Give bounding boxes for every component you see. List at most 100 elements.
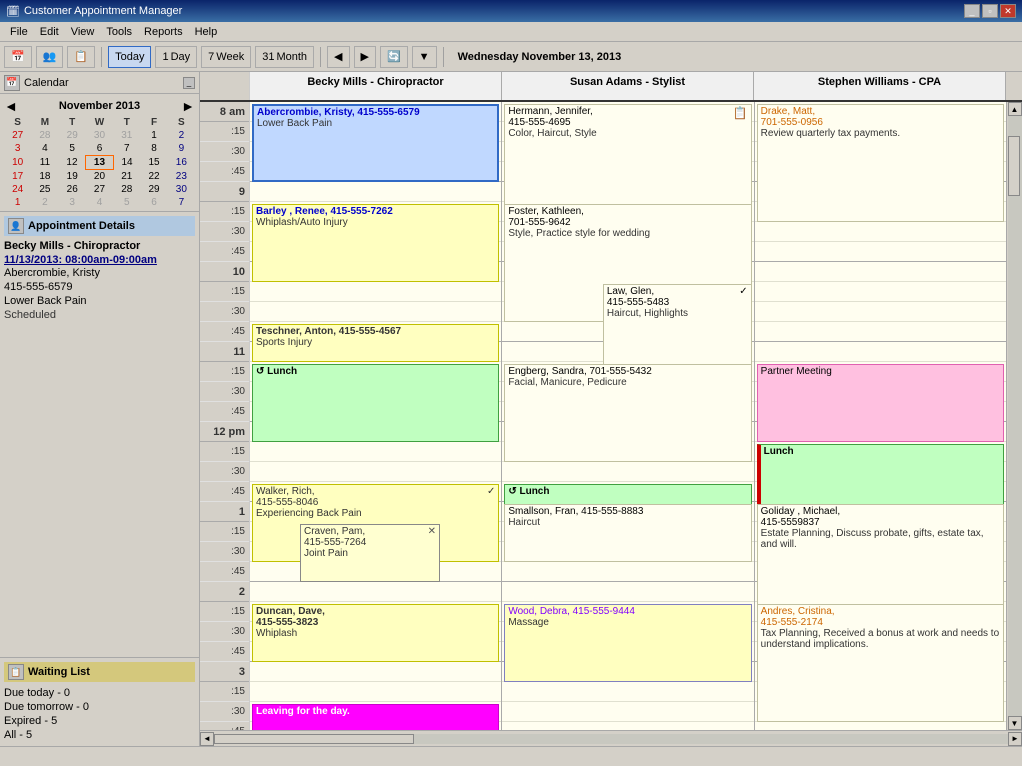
toolbar-icon1[interactable]: 📅	[4, 46, 32, 68]
time-grid-scroll[interactable]: 8 am :15 :30 :45 9 :15 :30 :45 10 :15 :3…	[200, 102, 1006, 730]
cal-day[interactable]: 28	[113, 183, 140, 196]
cal-day[interactable]: 21	[113, 170, 140, 184]
title-bar-controls[interactable]: _ ▫ ✕	[964, 4, 1016, 18]
scroll-right-button[interactable]: ►	[1008, 732, 1022, 746]
minimize-button[interactable]: _	[964, 4, 980, 18]
cal-day[interactable]: 30	[168, 183, 195, 196]
appt-wood[interactable]: Wood, Debra, 415-555-9444 Massage	[504, 604, 751, 682]
cal-day[interactable]: 20	[86, 170, 113, 184]
scroll-left-button[interactable]: ◄	[200, 732, 214, 746]
vertical-scrollbar[interactable]: ▲ ▼	[1006, 102, 1022, 730]
scroll-up-button[interactable]: ▲	[1008, 102, 1022, 116]
menu-file[interactable]: File	[4, 25, 34, 39]
cal-day-today[interactable]: 13	[86, 156, 113, 170]
popup-close-button[interactable]: ✕	[428, 526, 436, 537]
toolbar-icon3[interactable]: 📋	[67, 46, 95, 68]
cal-day[interactable]: 5	[59, 142, 86, 156]
provider-col-stephen[interactable]: Drake, Matt,701-555-0956 Review quarterl…	[755, 102, 1006, 730]
cal-day[interactable]: 19	[59, 170, 86, 184]
filter-button[interactable]: ▼	[412, 46, 437, 68]
cal-day[interactable]: 27	[4, 129, 31, 142]
next-month-button[interactable]: ►	[181, 98, 195, 114]
appt-smallson[interactable]: Smallson, Fran, 415-555-8883 Haircut	[504, 504, 751, 562]
restore-button[interactable]: ▫	[982, 4, 998, 18]
prev-button[interactable]: ◀	[327, 46, 349, 68]
provider-col-susan[interactable]: Hermann, Jennifer,415-555-4695 📋 Color, …	[502, 102, 754, 730]
cal-day[interactable]: 4	[31, 142, 58, 156]
menu-view[interactable]: View	[65, 25, 101, 39]
menu-help[interactable]: Help	[189, 25, 224, 39]
appt-craven-popup[interactable]: Craven, Pam,415-555-7264Joint Pain ✕	[300, 524, 440, 582]
week-button[interactable]: 7 Week	[201, 46, 251, 68]
horiz-scroll-track[interactable]	[214, 734, 1008, 744]
cal-day[interactable]: 12	[59, 156, 86, 170]
appt-becky-lunch[interactable]: ↺ Lunch	[252, 364, 499, 442]
menu-tools[interactable]: Tools	[100, 25, 138, 39]
cal-day[interactable]: 29	[59, 129, 86, 142]
cal-day[interactable]: 11	[31, 156, 58, 170]
time-row	[250, 182, 501, 202]
time-row	[250, 462, 501, 482]
appt-name: Andres, Cristina,415-555-2174	[761, 606, 1000, 628]
horiz-scroll-thumb[interactable]	[214, 734, 414, 744]
prev-month-button[interactable]: ◄	[4, 98, 18, 114]
time-label-145: :45	[200, 562, 249, 582]
cal-day[interactable]: 2	[31, 196, 58, 209]
time-label-1215: :15	[200, 442, 249, 462]
scroll-track[interactable]	[1008, 116, 1022, 716]
appt-teschner[interactable]: Teschner, Anton, 415-555-4567 Sports Inj…	[252, 324, 499, 362]
cal-day[interactable]: 29	[140, 183, 167, 196]
scroll-thumb[interactable]	[1008, 136, 1020, 196]
day-button[interactable]: 1 Day	[155, 46, 197, 68]
cal-day[interactable]: 6	[140, 196, 167, 209]
cal-day[interactable]: 10	[4, 156, 31, 170]
appt-barley[interactable]: Barley , Renee, 415-555-7262 Whiplash/Au…	[252, 204, 499, 282]
cal-day[interactable]: 18	[31, 170, 58, 184]
next-button[interactable]: ▶	[354, 46, 376, 68]
cal-day[interactable]: 22	[140, 170, 167, 184]
cal-day[interactable]: 1	[140, 129, 167, 142]
cal-day[interactable]: 2	[168, 129, 195, 142]
collapse-calendar-button[interactable]: _	[183, 77, 195, 89]
horizontal-scrollbar[interactable]: ◄ ►	[200, 730, 1022, 746]
cal-day[interactable]: 17	[4, 170, 31, 184]
cal-day[interactable]: 16	[168, 156, 195, 170]
menu-reports[interactable]: Reports	[138, 25, 189, 39]
cal-day[interactable]: 30	[86, 129, 113, 142]
appt-drake[interactable]: Drake, Matt,701-555-0956 Review quarterl…	[757, 104, 1004, 222]
cal-day[interactable]: 26	[59, 183, 86, 196]
cal-day[interactable]: 3	[59, 196, 86, 209]
cal-day[interactable]: 23	[168, 170, 195, 184]
cal-day[interactable]: 31	[113, 129, 140, 142]
cal-day[interactable]: 8	[140, 142, 167, 156]
cal-day[interactable]: 24	[4, 183, 31, 196]
appt-duncan[interactable]: Duncan, Dave,415-555-3823 Whiplash	[252, 604, 499, 662]
cal-day[interactable]: 4	[86, 196, 113, 209]
appt-andres[interactable]: Andres, Cristina,415-555-2174 Tax Planni…	[757, 604, 1004, 722]
cal-day[interactable]: 9	[168, 142, 195, 156]
cal-day[interactable]: 1	[4, 196, 31, 209]
cal-day[interactable]: 3	[4, 142, 31, 156]
close-button[interactable]: ✕	[1000, 4, 1016, 18]
refresh-button[interactable]: 🔄	[380, 46, 408, 68]
appt-abercrombie[interactable]: Abercrombie, Kristy, 415-555-6579 Lower …	[252, 104, 499, 182]
cal-day[interactable]: 25	[31, 183, 58, 196]
appt-engberg[interactable]: Engberg, Sandra, 701-555-5432 Facial, Ma…	[504, 364, 751, 462]
toolbar-icon2[interactable]: 👥	[36, 46, 64, 68]
appt-partner-meeting[interactable]: Partner Meeting	[757, 364, 1004, 442]
provider-col-becky[interactable]: Abercrombie, Kristy, 415-555-6579 Lower …	[250, 102, 502, 730]
month-button[interactable]: 31 Month	[255, 46, 314, 68]
cal-day[interactable]: 27	[86, 183, 113, 196]
cal-day[interactable]: 7	[113, 142, 140, 156]
menu-edit[interactable]: Edit	[34, 25, 65, 39]
cal-day[interactable]: 6	[86, 142, 113, 156]
appt-datetime[interactable]: 11/13/2013: 08:00am-09:00am	[4, 254, 195, 266]
cal-day[interactable]: 14	[113, 156, 140, 170]
scroll-down-button[interactable]: ▼	[1008, 716, 1022, 730]
today-button[interactable]: Today	[108, 46, 151, 68]
cal-day[interactable]: 15	[140, 156, 167, 170]
cal-day[interactable]: 28	[31, 129, 58, 142]
cal-day[interactable]: 7	[168, 196, 195, 209]
cal-day[interactable]: 5	[113, 196, 140, 209]
appt-leaving[interactable]: Leaving for the day.	[252, 704, 499, 730]
